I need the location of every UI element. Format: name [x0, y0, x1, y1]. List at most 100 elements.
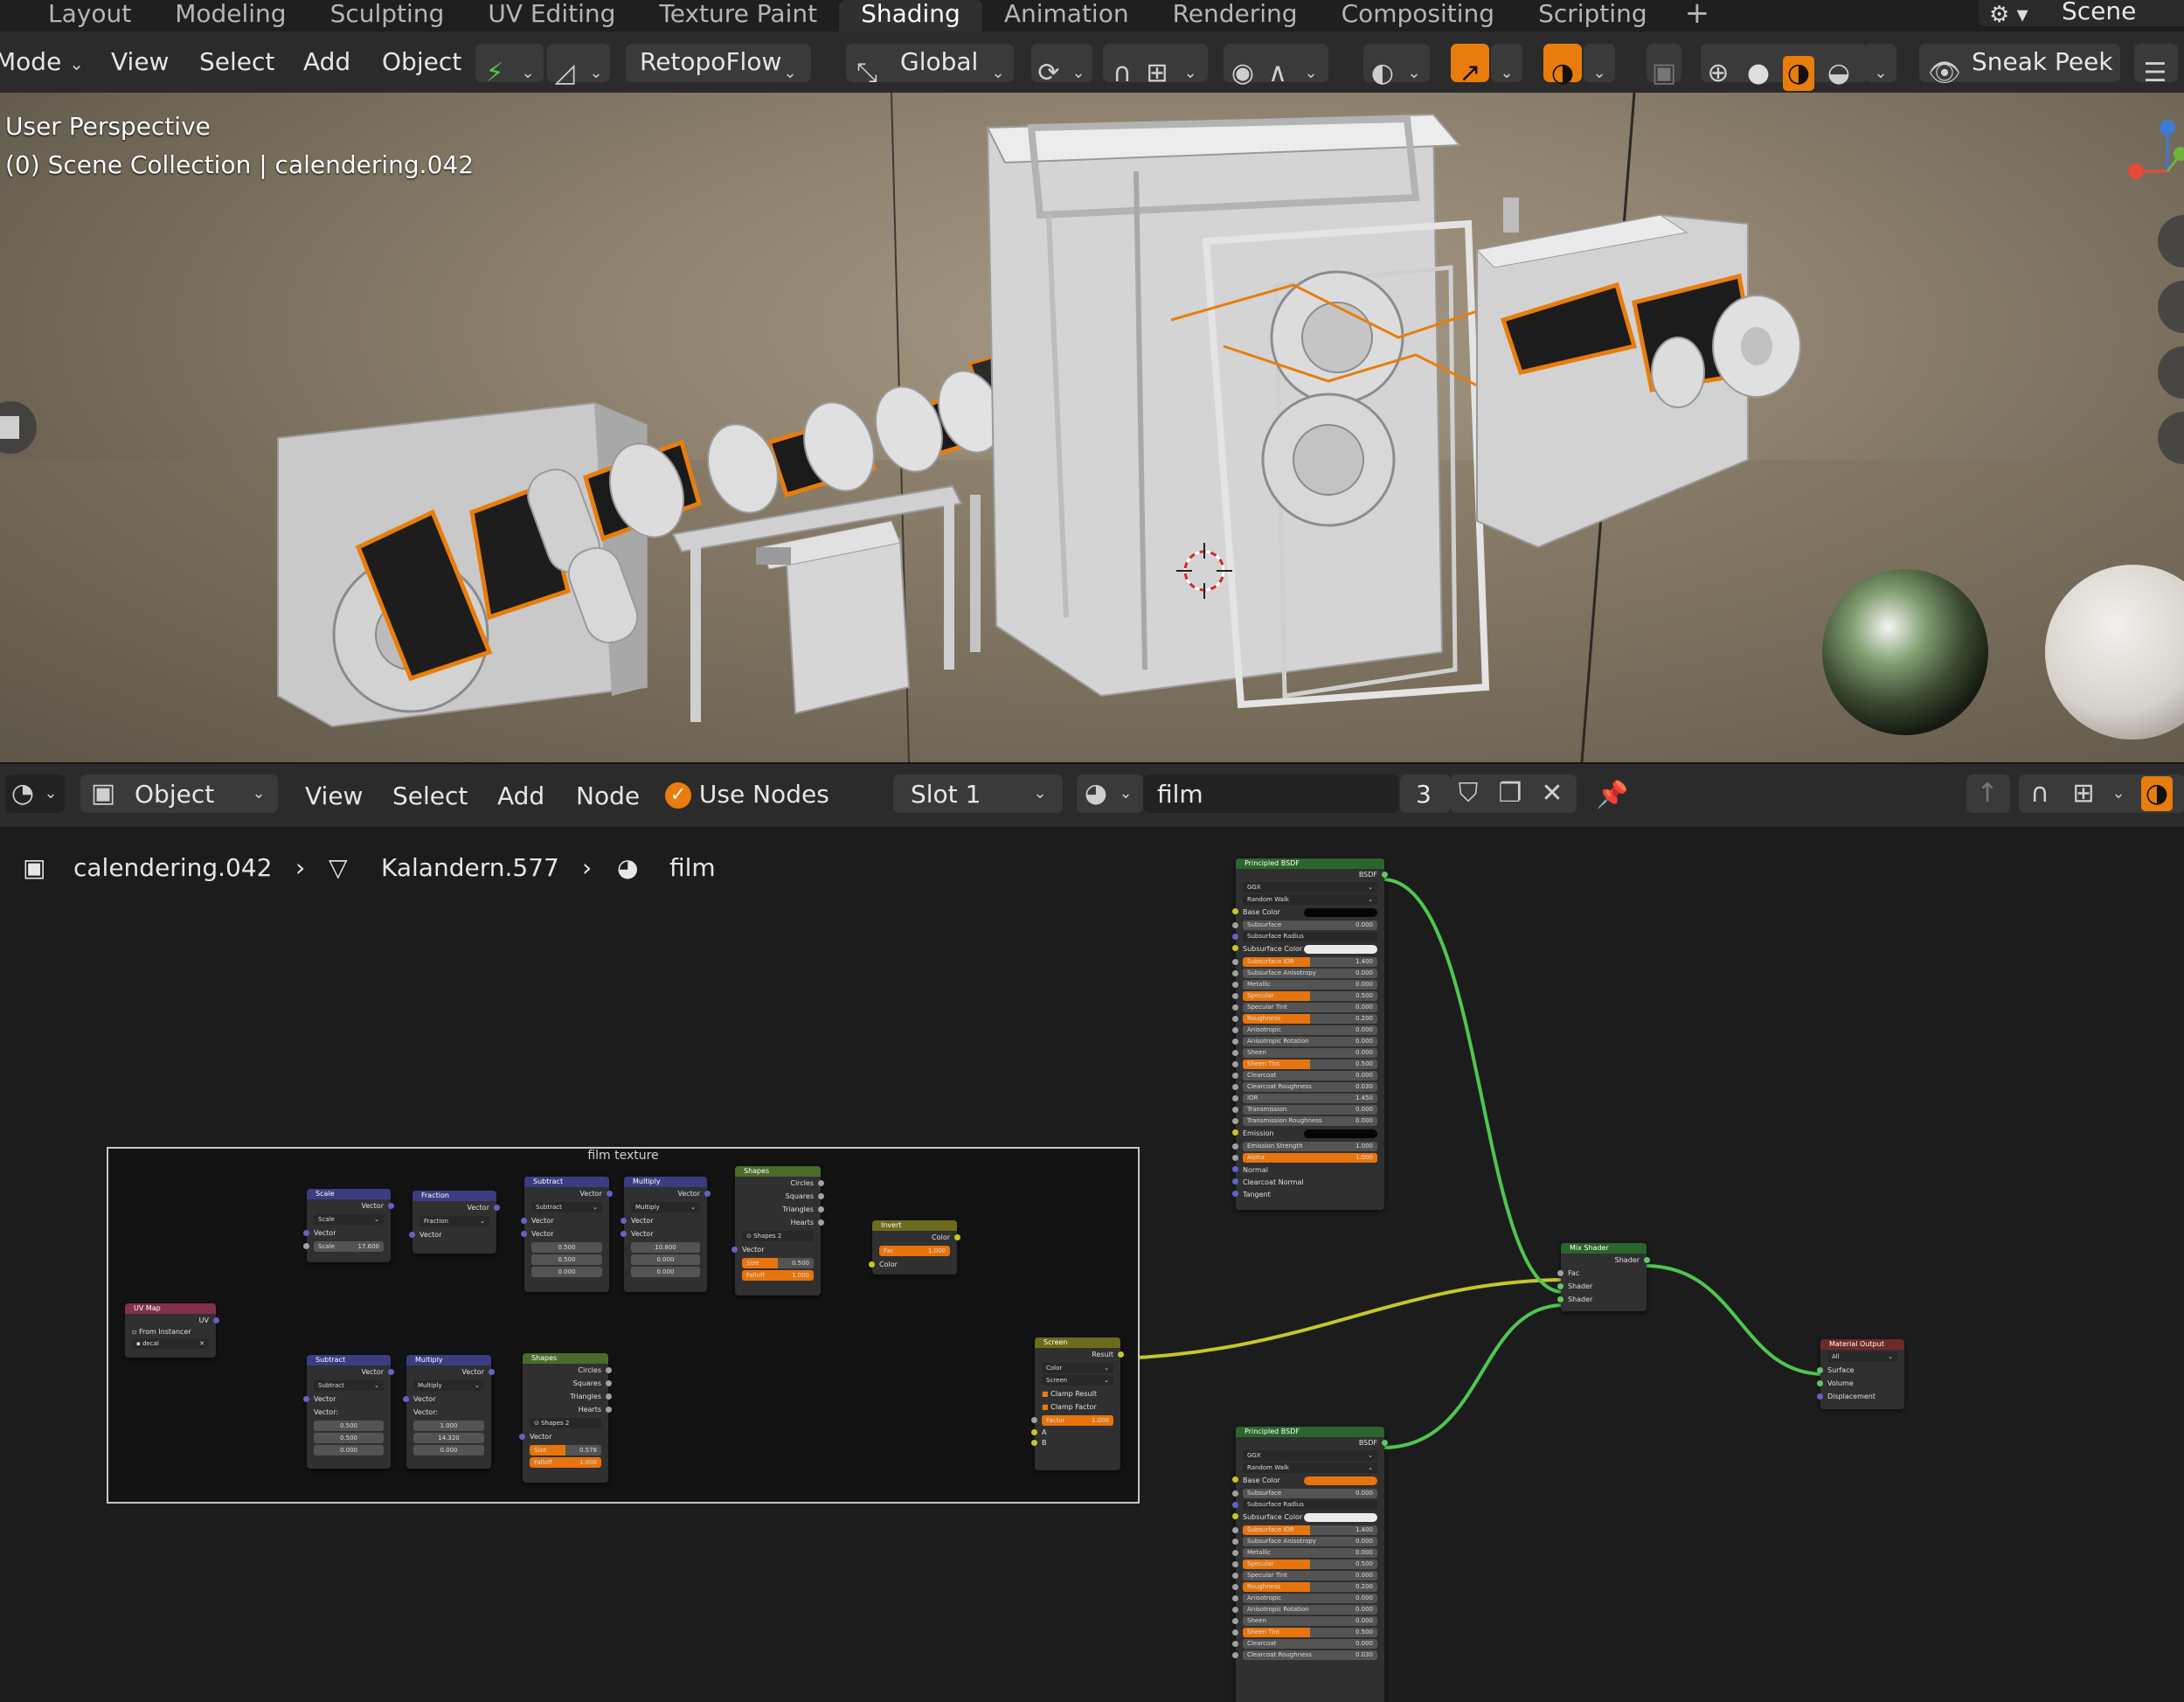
material-output-node[interactable]: Material Output All ⌄ Surface Volume Disp…: [1817, 1339, 1904, 1409]
target-dropdown[interactable]: All ⌄: [1827, 1351, 1897, 1362]
select-menu[interactable]: Select: [392, 782, 468, 810]
output-socket[interactable]: [1382, 872, 1388, 878]
bsdf-input-roughness[interactable]: Roughness 0.200: [1232, 1014, 1377, 1024]
vector-math-scale-node[interactable]: Scale Vector Scale ⌄ Vector Scale 17.600: [303, 1189, 394, 1262]
input-socket[interactable]: [1232, 922, 1238, 928]
input-socket[interactable]: [1232, 1476, 1238, 1483]
output-socket[interactable]: [818, 1180, 824, 1186]
shapes-group-node-2[interactable]: Shapes Circles Squares Triangles Hearts …: [519, 1353, 612, 1483]
input-socket[interactable]: [1232, 1641, 1238, 1647]
vector-z-field[interactable]: 0.000: [631, 1267, 700, 1277]
output-socket[interactable]: [606, 1407, 612, 1413]
principled-bsdf-node[interactable]: Principled BSDF BSDF GGX ⌄ Random Walk ⌄ B…: [1232, 858, 1388, 1210]
output-socket[interactable]: [606, 1393, 612, 1400]
vector-x-field[interactable]: 1.000: [413, 1421, 484, 1431]
bsdf-input-sheen[interactable]: Sheen 0.000: [1232, 1048, 1377, 1058]
input-socket[interactable]: [1557, 1270, 1563, 1276]
input-socket[interactable]: [1232, 1061, 1238, 1067]
bsdf-input-specular-tint[interactable]: Specular Tint 0.000: [1232, 1003, 1377, 1012]
vector-x-field[interactable]: 0.500: [531, 1242, 602, 1253]
input-socket[interactable]: [1232, 982, 1238, 988]
input-socket[interactable]: [1232, 1513, 1238, 1519]
input-socket[interactable]: [1232, 1016, 1238, 1022]
input-socket[interactable]: [1232, 993, 1238, 999]
bsdf-input-normal[interactable]: Normal: [1232, 1164, 1384, 1177]
material-browse-button[interactable]: ◕ ⌄: [1077, 775, 1143, 813]
input-socket[interactable]: [1232, 934, 1238, 940]
output-socket[interactable]: [388, 1203, 394, 1209]
select-menu[interactable]: Select: [199, 47, 274, 76]
viewport-nav-buttons[interactable]: [2158, 215, 2184, 464]
material-name-field[interactable]: film: [1143, 775, 1398, 813]
blend-mode-dropdown[interactable]: Screen ⌄: [1042, 1375, 1113, 1386]
orientation-dropdown[interactable]: ⤡ Global ⌄: [846, 44, 1014, 88]
node-menu[interactable]: Node: [576, 782, 640, 810]
visibility-dropdown[interactable]: ◐ ⌄: [1363, 44, 1430, 88]
bsdf-input-subsurface-radius[interactable]: Subsurface Radius: [1232, 1500, 1377, 1510]
view-menu[interactable]: View: [305, 782, 363, 810]
navigation-gizmo[interactable]: [2128, 120, 2184, 179]
overlay-dropdown[interactable]: ⌄: [1584, 44, 1615, 82]
color-swatch[interactable]: [1304, 908, 1377, 917]
subsurface-method-dropdown[interactable]: Random Walk ⌄: [1243, 894, 1377, 905]
tab-sculpting[interactable]: Sculpting: [309, 0, 467, 31]
bsdf-input-clearcoat-normal[interactable]: Clearcoat Normal: [1232, 1177, 1384, 1189]
tab-modeling[interactable]: Modeling: [153, 0, 308, 31]
falloff-field[interactable]: Falloff 1.000: [742, 1270, 814, 1281]
vector-x-field[interactable]: 0.500: [314, 1421, 384, 1431]
input-socket[interactable]: [1232, 1490, 1238, 1497]
distribution-dropdown[interactable]: GGX ⌄: [1243, 882, 1377, 893]
bsdf-input-metallic[interactable]: Metallic 0.000: [1232, 1548, 1377, 1558]
input-socket[interactable]: [1232, 1191, 1238, 1197]
bsdf-input-transmission[interactable]: Transmission 0.000: [1232, 1105, 1377, 1115]
bsdf-input-clearcoat-roughness[interactable]: Clearcoat Roughness 0.030: [1232, 1082, 1377, 1092]
input-socket[interactable]: [1232, 1550, 1238, 1556]
vector-z-field[interactable]: 0.000: [531, 1267, 602, 1277]
input-socket[interactable]: [869, 1261, 875, 1268]
input-socket[interactable]: [303, 1230, 309, 1236]
input-socket[interactable]: [303, 1243, 309, 1249]
input-socket[interactable]: [1031, 1440, 1037, 1446]
size-field[interactable]: Size 0.500: [742, 1258, 814, 1268]
vector-math-multiply-node[interactable]: Multiply Vector Multiply ⌄ Vector Vector …: [621, 1177, 711, 1292]
pivot-dropdown[interactable]: ⟳ ⌄: [1031, 44, 1092, 88]
scale-field[interactable]: Scale 17.600: [303, 1241, 384, 1252]
input-socket[interactable]: [1232, 959, 1238, 965]
bsdf-input-tangent[interactable]: Tangent: [1232, 1189, 1384, 1201]
input-socket[interactable]: [1031, 1417, 1037, 1423]
input-socket[interactable]: [1232, 1584, 1238, 1590]
input-socket[interactable]: [1232, 1095, 1238, 1101]
mode-dropdown[interactable]: Mode ⌄: [0, 47, 84, 76]
add-menu[interactable]: Add: [303, 47, 350, 76]
shading-mode-group[interactable]: ⊕ ● ◑ ◒: [1701, 44, 1869, 91]
color-swatch[interactable]: [1304, 1129, 1377, 1138]
output-socket[interactable]: [606, 1367, 612, 1373]
bsdf-input-specular[interactable]: Specular 0.500: [1232, 1560, 1377, 1569]
bsdf-input-subsurface[interactable]: Subsurface 0.000: [1232, 1489, 1377, 1498]
bsdf-input-base-color[interactable]: Base Color: [1232, 1475, 1384, 1487]
input-socket[interactable]: [1232, 908, 1238, 914]
input-socket[interactable]: [1232, 1155, 1238, 1161]
uv-map-field[interactable]: ▪ decal ✕: [132, 1338, 209, 1349]
input-socket[interactable]: [1232, 1527, 1238, 1533]
output-socket[interactable]: [607, 1191, 613, 1197]
output-socket[interactable]: [1644, 1257, 1650, 1263]
bsdf-input-subsurface-color[interactable]: Subsurface Color: [1232, 943, 1384, 955]
input-socket[interactable]: [1232, 1039, 1238, 1045]
bsdf-input-emission[interactable]: Emission: [1232, 1128, 1384, 1140]
from-instancer-checkbox[interactable]: ▫ From Instancer: [125, 1327, 216, 1337]
color-swatch[interactable]: [1304, 945, 1377, 954]
shapes-group-node[interactable]: Shapes Circles Squares Triangles Hearts …: [731, 1166, 824, 1296]
tab-texture-paint[interactable]: Texture Paint: [637, 0, 839, 31]
input-socket[interactable]: [1232, 1050, 1238, 1056]
input-socket[interactable]: [1232, 1118, 1238, 1124]
output-socket[interactable]: [388, 1369, 394, 1375]
bsdf-input-specular[interactable]: Specular 0.500: [1232, 991, 1377, 1001]
node-editor-canvas[interactable]: ▣ calendering.042 › ▽ Kalandern.577 › ◕ …: [0, 827, 2184, 1702]
input-socket[interactable]: [403, 1396, 409, 1402]
vector-z-field[interactable]: 0.000: [314, 1445, 384, 1455]
invert-node[interactable]: Invert Color Fac 1.000 Color: [869, 1220, 960, 1275]
proportional-edit-group[interactable]: ◉ ∧ ⌄: [1224, 44, 1328, 88]
output-socket[interactable]: [818, 1193, 824, 1199]
vector-y-field[interactable]: 14.320: [413, 1433, 484, 1443]
